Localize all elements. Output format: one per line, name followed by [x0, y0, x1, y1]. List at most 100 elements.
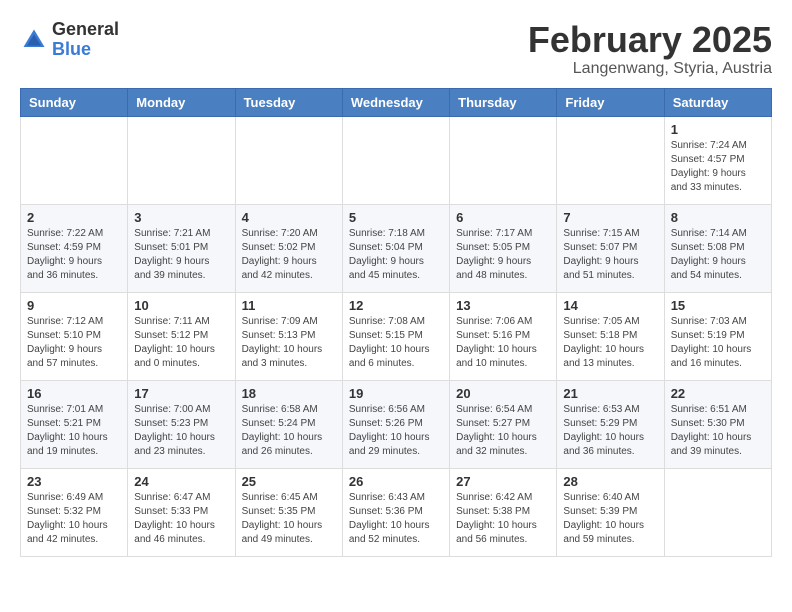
- calendar-week-row: 2Sunrise: 7:22 AM Sunset: 4:59 PM Daylig…: [21, 204, 772, 292]
- calendar-cell: 3Sunrise: 7:21 AM Sunset: 5:01 PM Daylig…: [128, 204, 235, 292]
- day-number: 1: [671, 122, 765, 137]
- day-info: Sunrise: 6:49 AM Sunset: 5:32 PM Dayligh…: [27, 491, 121, 547]
- day-info: Sunrise: 7:00 AM Sunset: 5:23 PM Dayligh…: [134, 403, 228, 459]
- day-info: Sunrise: 7:22 AM Sunset: 4:59 PM Dayligh…: [27, 227, 121, 283]
- day-info: Sunrise: 7:01 AM Sunset: 5:21 PM Dayligh…: [27, 403, 121, 459]
- calendar-cell: 10 Sunrise: 7:11 AM Sunset: 5:12 PM Dayli…: [128, 292, 235, 380]
- day-number: 9: [27, 298, 121, 313]
- calendar-cell: 20Sunrise: 6:54 AM Sunset: 5:27 PM Dayli…: [450, 380, 557, 468]
- day-header-tuesday: Tuesday: [235, 88, 342, 116]
- day-number: 7: [563, 210, 657, 225]
- calendar-week-row: 16 Sunrise: 7:01 AM Sunset: 5:21 PM Dayli…: [21, 380, 772, 468]
- calendar-cell: 6 Sunrise: 7:17 AM Sunset: 5:05 PM Daylig…: [450, 204, 557, 292]
- day-info: Sunrise: 7:21 AM Sunset: 5:01 PM Dayligh…: [134, 227, 228, 283]
- calendar-cell: 26 Sunrise: 6:43 AM Sunset: 5:36 PM Dayli…: [342, 468, 449, 556]
- calendar-cell: 4 Sunrise: 7:20 AM Sunset: 5:02 PM Daylig…: [235, 204, 342, 292]
- calendar-cell: [235, 116, 342, 204]
- day-header-friday: Friday: [557, 88, 664, 116]
- day-number: 28: [563, 474, 657, 489]
- calendar-header-row: SundayMondayTuesdayWednesdayThursdayFrid…: [21, 88, 772, 116]
- day-info: Sunrise: 6:42 AM Sunset: 5:38 PM Dayligh…: [456, 491, 550, 547]
- calendar-cell: [21, 116, 128, 204]
- calendar-cell: 24 Sunrise: 6:47 AM Sunset: 5:33 PM Dayli…: [128, 468, 235, 556]
- calendar-cell: [557, 116, 664, 204]
- day-info: Sunrise: 7:24 AM Sunset: 4:57 PM Dayligh…: [671, 139, 765, 195]
- day-header-thursday: Thursday: [450, 88, 557, 116]
- calendar-cell: 21 Sunrise: 6:53 AM Sunset: 5:29 PM Dayli…: [557, 380, 664, 468]
- calendar-cell: 17 Sunrise: 7:00 AM Sunset: 5:23 PM Dayli…: [128, 380, 235, 468]
- day-info: Sunrise: 6:47 AM Sunset: 5:33 PM Dayligh…: [134, 491, 228, 547]
- day-info: Sunrise: 7:11 AM Sunset: 5:12 PM Dayligh…: [134, 315, 228, 371]
- day-number: 27: [456, 474, 550, 489]
- calendar-cell: [664, 468, 771, 556]
- day-number: 10: [134, 298, 228, 313]
- calendar-cell: [128, 116, 235, 204]
- day-info: Sunrise: 6:51 AM Sunset: 5:30 PM Dayligh…: [671, 403, 765, 459]
- title-section: February 2025 Langenwang, Styria, Austri…: [528, 20, 772, 78]
- day-number: 15: [671, 298, 765, 313]
- logo-text: General Blue: [52, 20, 119, 60]
- day-number: 4: [242, 210, 336, 225]
- calendar-cell: [450, 116, 557, 204]
- logo-general: General: [52, 19, 119, 39]
- day-info: Sunrise: 6:45 AM Sunset: 5:35 PM Dayligh…: [242, 491, 336, 547]
- day-number: 22: [671, 386, 765, 401]
- day-info: Sunrise: 6:58 AM Sunset: 5:24 PM Dayligh…: [242, 403, 336, 459]
- calendar-cell: 11 Sunrise: 7:09 AM Sunset: 5:13 PM Dayli…: [235, 292, 342, 380]
- day-number: 26: [349, 474, 443, 489]
- day-number: 16: [27, 386, 121, 401]
- day-info: Sunrise: 7:06 AM Sunset: 5:16 PM Dayligh…: [456, 315, 550, 371]
- logo: General Blue: [20, 20, 119, 60]
- day-info: Sunrise: 7:03 AM Sunset: 5:19 PM Dayligh…: [671, 315, 765, 371]
- day-number: 6: [456, 210, 550, 225]
- day-header-saturday: Saturday: [664, 88, 771, 116]
- day-number: 5: [349, 210, 443, 225]
- day-info: Sunrise: 7:09 AM Sunset: 5:13 PM Dayligh…: [242, 315, 336, 371]
- day-info: Sunrise: 7:05 AM Sunset: 5:18 PM Dayligh…: [563, 315, 657, 371]
- day-header-wednesday: Wednesday: [342, 88, 449, 116]
- calendar-week-row: 9 Sunrise: 7:12 AM Sunset: 5:10 PM Daylig…: [21, 292, 772, 380]
- logo-icon: [20, 26, 48, 54]
- calendar-cell: 22 Sunrise: 6:51 AM Sunset: 5:30 PM Dayli…: [664, 380, 771, 468]
- day-info: Sunrise: 6:56 AM Sunset: 5:26 PM Dayligh…: [349, 403, 443, 459]
- day-number: 13: [456, 298, 550, 313]
- calendar-cell: 8Sunrise: 7:14 AM Sunset: 5:08 PM Daylig…: [664, 204, 771, 292]
- calendar-cell: 15 Sunrise: 7:03 AM Sunset: 5:19 PM Dayli…: [664, 292, 771, 380]
- day-header-sunday: Sunday: [21, 88, 128, 116]
- calendar-table: SundayMondayTuesdayWednesdayThursdayFrid…: [20, 88, 772, 557]
- day-number: 12: [349, 298, 443, 313]
- calendar-cell: 16 Sunrise: 7:01 AM Sunset: 5:21 PM Dayli…: [21, 380, 128, 468]
- location-subtitle: Langenwang, Styria, Austria: [528, 60, 772, 78]
- day-info: Sunrise: 7:20 AM Sunset: 5:02 PM Dayligh…: [242, 227, 336, 283]
- calendar-cell: 27 Sunrise: 6:42 AM Sunset: 5:38 PM Dayli…: [450, 468, 557, 556]
- day-number: 11: [242, 298, 336, 313]
- day-number: 21: [563, 386, 657, 401]
- day-number: 17: [134, 386, 228, 401]
- calendar-cell: 28Sunrise: 6:40 AM Sunset: 5:39 PM Dayli…: [557, 468, 664, 556]
- day-info: Sunrise: 6:54 AM Sunset: 5:27 PM Dayligh…: [456, 403, 550, 459]
- calendar-week-row: 1 Sunrise: 7:24 AM Sunset: 4:57 PM Daylig…: [21, 116, 772, 204]
- calendar-cell: 2Sunrise: 7:22 AM Sunset: 4:59 PM Daylig…: [21, 204, 128, 292]
- calendar-cell: 9 Sunrise: 7:12 AM Sunset: 5:10 PM Daylig…: [21, 292, 128, 380]
- calendar-cell: 12Sunrise: 7:08 AM Sunset: 5:15 PM Dayli…: [342, 292, 449, 380]
- month-year-title: February 2025: [528, 20, 772, 60]
- day-number: 25: [242, 474, 336, 489]
- calendar-cell: 19 Sunrise: 6:56 AM Sunset: 5:26 PM Dayli…: [342, 380, 449, 468]
- day-info: Sunrise: 7:15 AM Sunset: 5:07 PM Dayligh…: [563, 227, 657, 283]
- day-info: Sunrise: 7:17 AM Sunset: 5:05 PM Dayligh…: [456, 227, 550, 283]
- day-info: Sunrise: 6:43 AM Sunset: 5:36 PM Dayligh…: [349, 491, 443, 547]
- calendar-cell: [342, 116, 449, 204]
- page-header: General Blue February 2025 Langenwang, S…: [20, 20, 772, 78]
- day-number: 14: [563, 298, 657, 313]
- day-number: 8: [671, 210, 765, 225]
- calendar-cell: 5 Sunrise: 7:18 AM Sunset: 5:04 PM Daylig…: [342, 204, 449, 292]
- calendar-cell: 14 Sunrise: 7:05 AM Sunset: 5:18 PM Dayli…: [557, 292, 664, 380]
- day-header-monday: Monday: [128, 88, 235, 116]
- logo-blue: Blue: [52, 39, 91, 59]
- day-info: Sunrise: 7:18 AM Sunset: 5:04 PM Dayligh…: [349, 227, 443, 283]
- day-info: Sunrise: 7:12 AM Sunset: 5:10 PM Dayligh…: [27, 315, 121, 371]
- day-number: 24: [134, 474, 228, 489]
- day-number: 19: [349, 386, 443, 401]
- day-info: Sunrise: 6:53 AM Sunset: 5:29 PM Dayligh…: [563, 403, 657, 459]
- calendar-cell: 25 Sunrise: 6:45 AM Sunset: 5:35 PM Dayli…: [235, 468, 342, 556]
